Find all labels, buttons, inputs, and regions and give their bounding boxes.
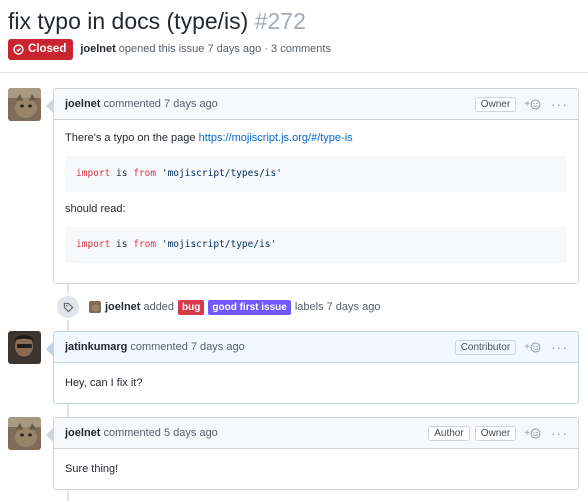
- code-keyword: import: [76, 239, 111, 250]
- code-block: import is from 'mojiscript/type/is': [65, 227, 567, 263]
- code-keyword: from: [133, 168, 157, 179]
- label-good-first-issue[interactable]: good first issue: [208, 299, 291, 315]
- comment-text: Hey, can I fix it?: [65, 377, 143, 389]
- comment-timestamp[interactable]: commented 7 days ago: [130, 341, 244, 353]
- issue-title: fix typo in docs (type/is) #272: [8, 6, 306, 36]
- header-divider: [0, 72, 588, 73]
- avatar[interactable]: [8, 331, 41, 364]
- issue-meta: Closed joelnet opened this issue 7 days …: [8, 38, 331, 60]
- comment-author[interactable]: joelnet: [65, 427, 100, 439]
- comment-text: Sure thing!: [65, 463, 119, 475]
- smiley-icon: [530, 342, 541, 352]
- comment-body: Hey, can I fix it?: [54, 363, 578, 403]
- comment-header: jatinkumarg commented 7 days ago Contrib…: [54, 332, 578, 363]
- role-badge-owner: Owner: [474, 425, 517, 441]
- user-avatar-image: [8, 331, 41, 364]
- avatar[interactable]: [8, 88, 41, 121]
- issue-meta-text: opened this issue 7 days ago · 3 comment…: [118, 43, 331, 55]
- comment-body: Sure thing!: [54, 449, 578, 489]
- comment: joelnet commented 5 days ago Author Owne…: [46, 417, 579, 490]
- kebab-icon[interactable]: ···: [551, 426, 568, 440]
- role-badge-contributor: Contributor: [454, 339, 517, 355]
- code-keyword: import: [76, 168, 111, 179]
- label-event: joelnet added bug good first issue label…: [55, 294, 381, 320]
- add-reaction-button[interactable]: +: [524, 99, 541, 110]
- role-badge-author: Author: [428, 425, 470, 441]
- smiley-icon: [530, 428, 541, 438]
- smiley-icon: [530, 99, 541, 109]
- code-keyword: from: [133, 239, 157, 250]
- cat-avatar-image: [8, 88, 41, 121]
- issue-number: #272: [254, 8, 306, 34]
- comment-text: should read:: [65, 203, 126, 215]
- code-block: import is from 'mojiscript/types/is': [65, 156, 567, 192]
- kebab-icon[interactable]: ···: [551, 97, 568, 111]
- add-reaction-button[interactable]: +: [524, 428, 541, 439]
- comment-header: joelnet commented 5 days ago Author Owne…: [54, 418, 578, 449]
- issue-author-link[interactable]: joelnet: [80, 43, 115, 55]
- comment-author[interactable]: joelnet: [65, 98, 100, 110]
- comment-timestamp[interactable]: commented 7 days ago: [103, 98, 217, 110]
- add-reaction-button[interactable]: +: [524, 342, 541, 353]
- label-bug[interactable]: bug: [178, 299, 205, 315]
- comment-author[interactable]: jatinkumarg: [65, 341, 127, 353]
- code-string: 'mojiscript/types/is': [161, 168, 282, 179]
- avatar[interactable]: [8, 417, 41, 450]
- code-text: is: [110, 239, 134, 250]
- event-verb: added: [143, 301, 175, 313]
- comment-timestamp[interactable]: commented 5 days ago: [103, 427, 217, 439]
- status-badge: Closed: [8, 38, 74, 60]
- issue-title-text: fix typo in docs (type/is): [8, 8, 249, 34]
- code-text: is: [110, 168, 134, 179]
- cat-avatar-image: [8, 417, 41, 450]
- code-string: 'mojiscript/type/is': [161, 239, 277, 250]
- avatar[interactable]: [89, 301, 101, 313]
- comment: jatinkumarg commented 7 days ago Contrib…: [46, 331, 579, 404]
- kebab-icon[interactable]: ···: [551, 340, 568, 354]
- comment-body: There's a typo on the page https://mojis…: [54, 120, 578, 283]
- event-actor[interactable]: joelnet: [105, 301, 140, 313]
- issue-closed-icon: [13, 43, 24, 55]
- status-label: Closed: [28, 43, 67, 55]
- docs-link[interactable]: https://mojiscript.js.org/#/type-is: [199, 132, 353, 144]
- comment-text: There's a typo on the page: [65, 132, 199, 144]
- event-suffix: labels 7 days ago: [294, 301, 381, 313]
- comment-header: joelnet commented 7 days ago Owner + ···: [54, 89, 578, 120]
- tag-icon: [55, 294, 81, 320]
- role-badge-owner: Owner: [474, 96, 517, 112]
- comment: joelnet commented 7 days ago Owner + ···…: [46, 88, 579, 284]
